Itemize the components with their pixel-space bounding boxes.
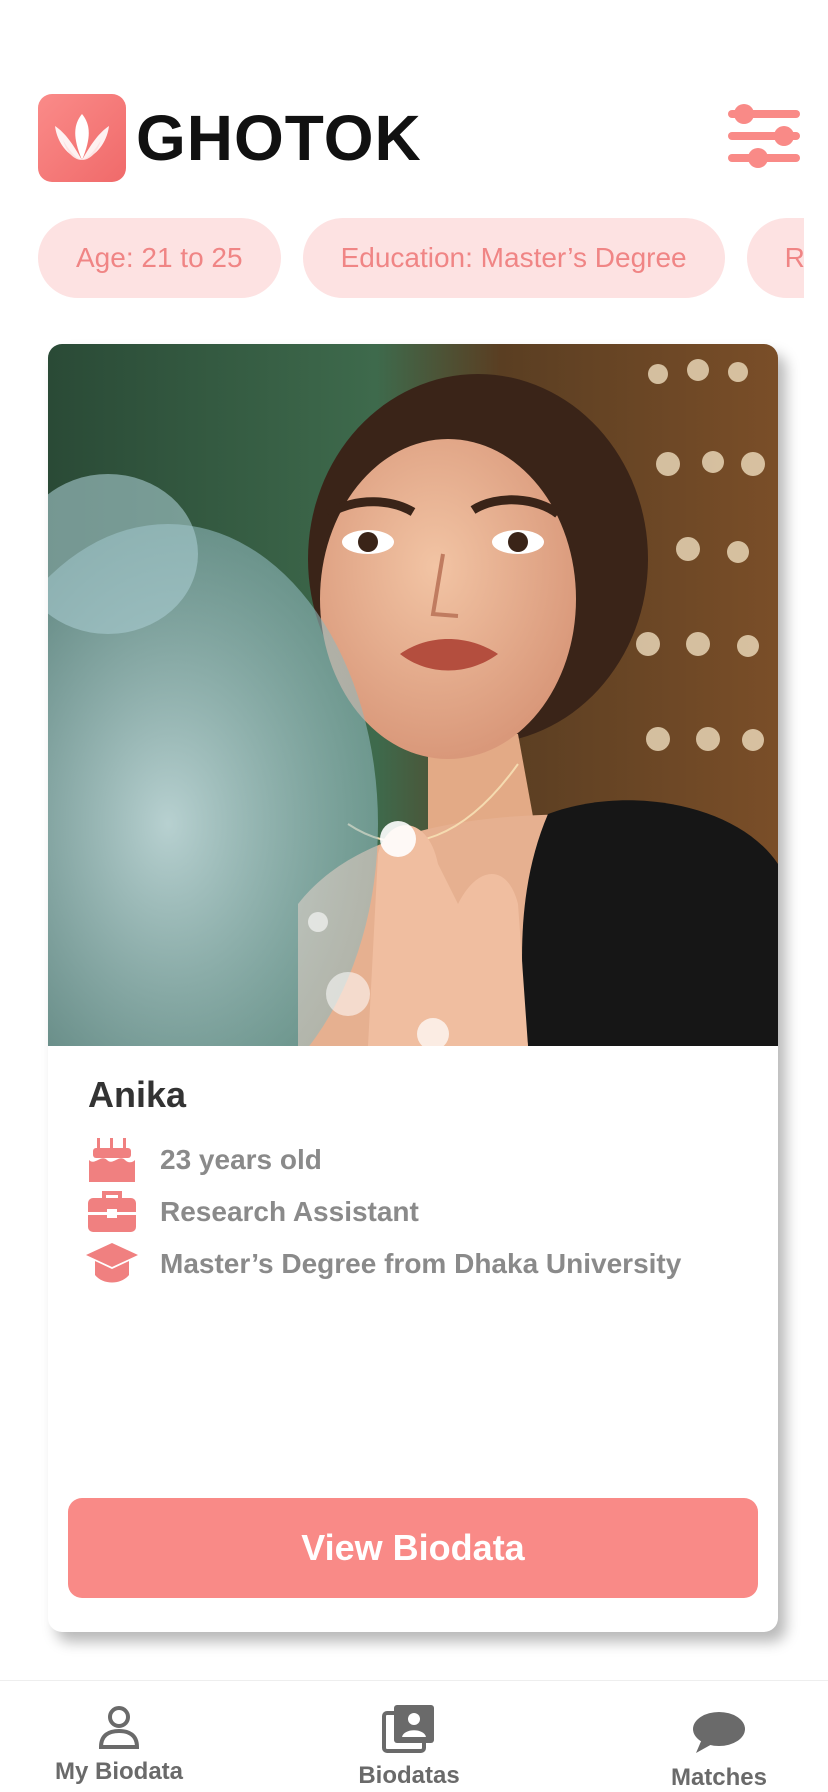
nav-label-matches: Matches: [670, 1764, 768, 1791]
occupation-text: Research Assistant: [160, 1196, 419, 1227]
filter-chips: Age: 21 to 25 Education: Master’s Degree R…: [38, 218, 804, 298]
age-text: 23 years old: [160, 1144, 322, 1175]
app-title: GHOTOK: [136, 102, 422, 174]
nav-item-matches[interactable]: Matches: [664, 1711, 774, 1792]
profile-photo[interactable]: [48, 344, 778, 1124]
app-header: GHOTOK: [0, 0, 828, 200]
nav-label-my-biodata: My Biodata: [54, 1758, 183, 1785]
bottom-nav: My Biodata Biodatas Matches: [0, 1680, 828, 1792]
graduation-cap-icon: [84, 1238, 140, 1290]
chat-bubble-icon: [692, 1711, 746, 1760]
view-biodata-button[interactable]: View Biodata: [68, 1498, 758, 1598]
nav-item-biodatas[interactable]: Biodatas: [354, 1703, 464, 1790]
nav-label-biodatas: Biodatas: [358, 1762, 460, 1789]
education-row: Master’s Degree from Dhaka University: [84, 1238, 681, 1290]
profile-card[interactable]: Anika 23 years old Research Assistant Ma…: [48, 344, 778, 1632]
birthday-cake-icon: [84, 1134, 140, 1186]
occupation-row: Research Assistant: [84, 1186, 419, 1238]
age-row: 23 years old: [84, 1134, 322, 1186]
profile-name: Anika: [88, 1074, 187, 1115]
sliders-icon[interactable]: [724, 100, 804, 172]
nav-item-my-biodata[interactable]: My Biodata: [54, 1705, 184, 1786]
briefcase-icon: [84, 1186, 140, 1238]
filter-chip-religion[interactable]: Religion: [746, 218, 804, 298]
education-text: Master’s Degree from Dhaka University: [160, 1248, 682, 1279]
filter-chip-age[interactable]: Age: 21 to 25: [38, 218, 281, 298]
filter-chip-education[interactable]: Education: Master’s Degree: [302, 218, 725, 298]
lotus-icon: [38, 94, 126, 182]
user-icon: [97, 1705, 141, 1754]
profiles-icon: [382, 1703, 436, 1758]
